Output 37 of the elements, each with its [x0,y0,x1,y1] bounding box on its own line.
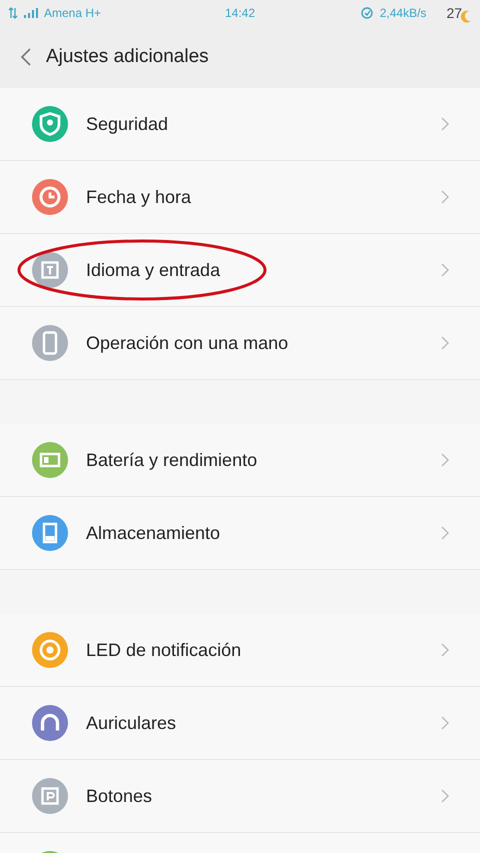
network-speed: 2,44kB/s [380,6,426,20]
chevron-icon [440,335,450,351]
settings-item[interactable]: Botones [0,760,480,833]
signal-icon [24,8,38,18]
moon-icon [460,10,472,24]
settings-item[interactable]: Seguridad [0,88,480,161]
settings-item[interactable]: Auriculares [0,687,480,760]
chevron-icon [440,262,450,278]
chevron-icon [440,788,450,804]
item-label: Botones [86,786,154,806]
settings-item[interactable]: Idioma y entrada [0,234,480,307]
item-label: LED de notificación [86,640,242,660]
carrier-name: Amena H+ [44,6,102,20]
chevron-icon [440,189,450,205]
settings-item[interactable]: LED de notificación [0,614,480,687]
item-label: Auriculares [86,712,178,734]
settings-item[interactable]: Batería y rendimiento [0,424,480,497]
sync-icon [360,6,374,20]
item-label: Batería y rendimiento [86,450,258,470]
item-label: Seguridad [86,114,170,134]
clock-time: 14:42 [224,6,256,20]
page-title: Ajustes adicionales [46,46,209,68]
temperature: 27 [446,5,462,21]
chevron-icon [440,715,450,731]
chevron-icon [440,452,450,468]
chevron-icon [440,116,450,132]
settings-item[interactable]: Fecha y hora [0,161,480,234]
item-label: Almacenamiento [86,522,222,544]
settings-item[interactable]: Operación con una mano [0,307,480,380]
chevron-icon [440,642,450,658]
back-icon[interactable] [20,47,32,67]
data-arrows-icon [8,7,18,19]
item-label: Fecha y hora [86,186,192,208]
settings-item[interactable]: Almacenamiento [0,497,480,570]
item-label: Operación con una mano [86,332,290,354]
item-label: Idioma y entrada [86,260,222,280]
chevron-icon [440,525,450,541]
